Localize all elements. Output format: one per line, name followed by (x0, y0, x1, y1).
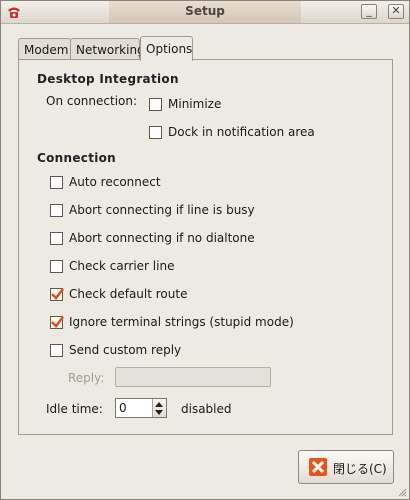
idle-time-label: Idle time: (46, 402, 103, 416)
idle-time-value: 0 (119, 401, 127, 415)
title-bar[interactable]: Setup _ ✕ (1, 1, 409, 24)
desktop-integration-heading: Desktop Integration (37, 72, 179, 86)
auto-reconnect-checkbox-box (50, 176, 63, 189)
auto-reconnect-label: Auto reconnect (69, 175, 161, 189)
dock-checkbox-box (149, 126, 162, 139)
tab-modem-label: Modem (24, 43, 69, 57)
resize-grip-icon[interactable] (397, 487, 407, 497)
ignore-terminal-strings-checkbox-box (50, 316, 65, 329)
reply-input[interactable] (115, 367, 271, 387)
close-button[interactable]: 閉じる(C) (298, 450, 394, 484)
send-custom-reply-label: Send custom reply (69, 343, 182, 357)
close-x-icon (309, 458, 327, 476)
tab-networking-label: Networking (76, 43, 145, 57)
minimize-checkbox-box (149, 98, 162, 111)
idle-status-text: disabled (181, 402, 232, 416)
reply-label: Reply: (68, 371, 105, 385)
minimize-icon: _ (366, 4, 372, 17)
check-default-route-label: Check default route (69, 287, 188, 301)
check-default-route-checkbox-box (50, 288, 65, 301)
window-title: Setup (185, 4, 225, 18)
setup-window: Setup _ ✕ Modem Networking Options Deskt… (0, 0, 410, 500)
tab-modem[interactable]: Modem (18, 38, 71, 60)
close-button-label: 閉じる(C) (333, 462, 387, 476)
idle-time-spinbutton[interactable]: 0 (115, 398, 167, 418)
on-connection-label: On connection: (46, 94, 138, 108)
connection-heading: Connection (37, 151, 117, 165)
spin-down-icon[interactable] (155, 410, 163, 415)
spin-arrows[interactable] (152, 399, 166, 417)
send-custom-reply-checkbox-box (50, 344, 63, 357)
checkmark-icon (51, 316, 65, 328)
tab-options-label: Options (146, 42, 193, 56)
checkmark-icon (51, 288, 65, 300)
abort-busy-checkbox-box (50, 204, 63, 217)
minimize-window-button[interactable]: _ (361, 4, 377, 19)
check-carrier-checkbox-box (50, 260, 63, 273)
ignore-terminal-strings-label: Ignore terminal strings (stupid mode) (69, 315, 294, 329)
check-carrier-label: Check carrier line (69, 259, 175, 273)
dock-label: Dock in notification area (168, 125, 315, 139)
tab-networking[interactable]: Networking (70, 38, 145, 60)
close-icon: ✕ (391, 4, 401, 17)
abort-no-dialtone-label: Abort connecting if no dialtone (69, 231, 255, 245)
close-window-button[interactable]: ✕ (388, 4, 404, 19)
abort-busy-label: Abort connecting if line is busy (69, 203, 255, 217)
spin-up-icon[interactable] (155, 402, 163, 407)
minimize-label: Minimize (168, 97, 222, 111)
abort-no-dialtone-checkbox-box (50, 232, 63, 245)
tab-options[interactable]: Options (140, 36, 193, 61)
